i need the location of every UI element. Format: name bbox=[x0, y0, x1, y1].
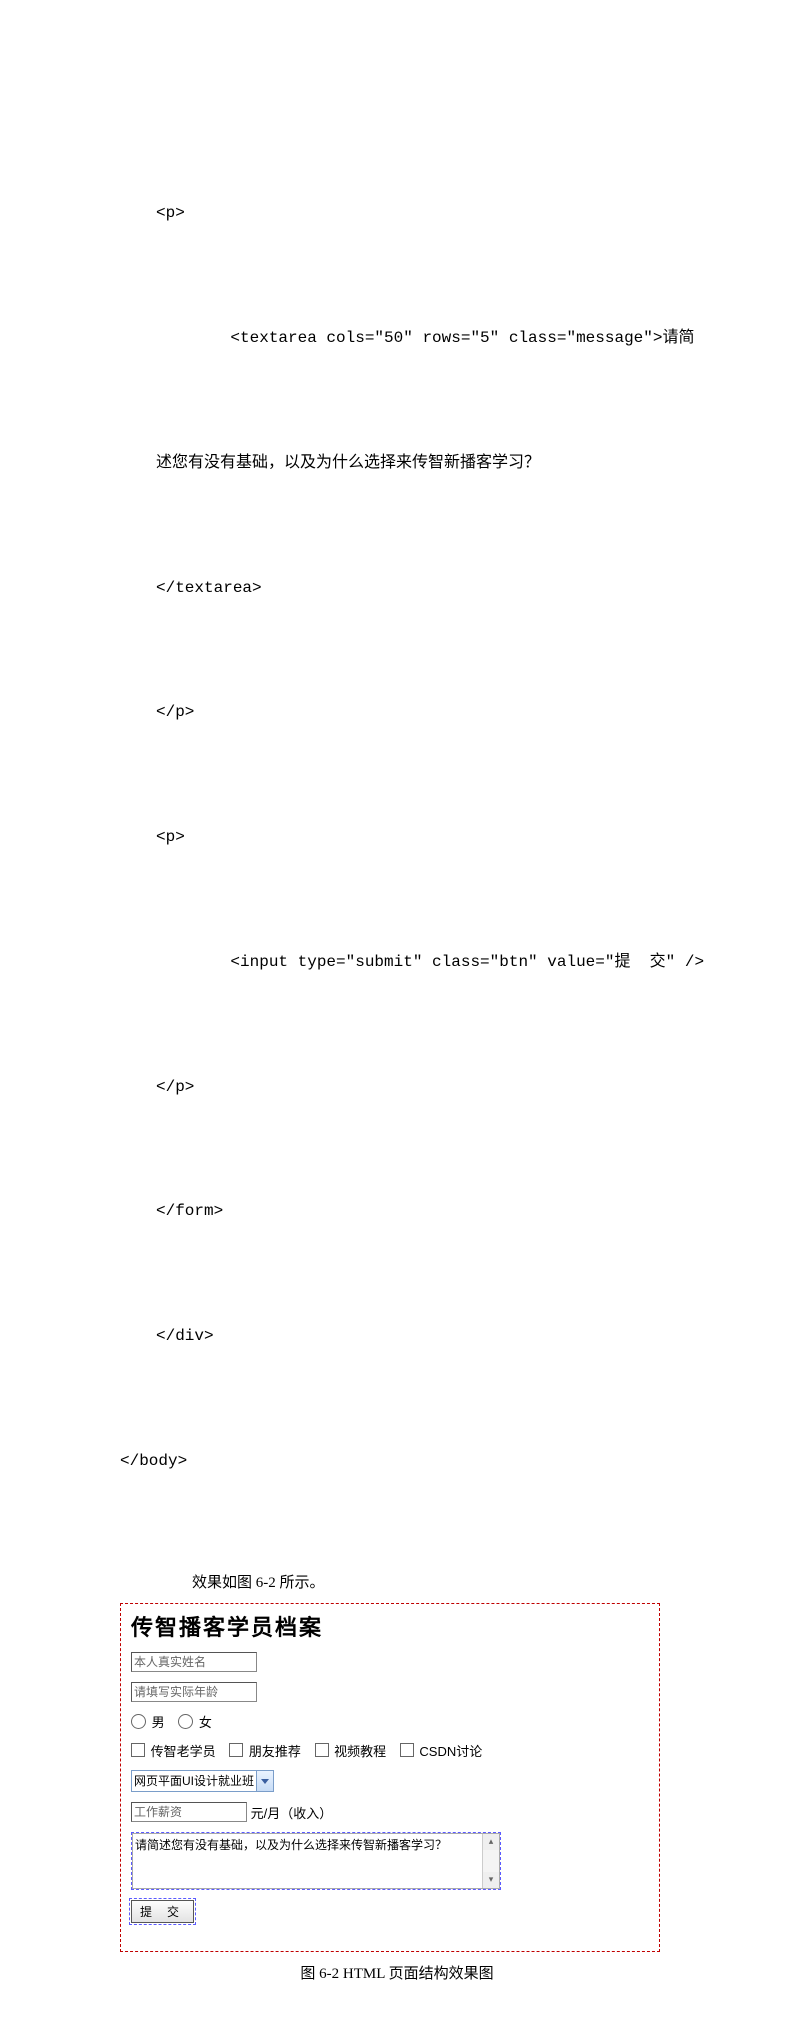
code-line: </p> bbox=[120, 692, 674, 734]
ref-label-4: CSDN讨论 bbox=[419, 1744, 482, 1759]
salary-suffix: 元/月（收入） bbox=[251, 1806, 333, 1821]
code-line: <p> bbox=[120, 817, 674, 859]
ref-label-3: 视频教程 bbox=[334, 1744, 386, 1759]
scroll-up-icon: ▴ bbox=[483, 1834, 499, 1850]
code-line: </div> bbox=[120, 1316, 674, 1358]
textarea-scrollbar[interactable]: ▴ ▾ bbox=[482, 1834, 499, 1888]
ref-label-2: 朋友推荐 bbox=[249, 1744, 301, 1759]
chevron-down-icon bbox=[256, 1771, 273, 1791]
gender-male-radio[interactable] bbox=[131, 1714, 146, 1729]
course-select-value: 网页平面UI设计就业班 bbox=[134, 1771, 256, 1791]
result-intro-text: 效果如图 6-2 所示。 bbox=[120, 1570, 674, 1597]
ref-checkbox-4[interactable] bbox=[400, 1743, 414, 1757]
ref-checkbox-3[interactable] bbox=[315, 1743, 329, 1757]
code-listing: <p> <textarea cols="50" rows="5" class="… bbox=[120, 110, 674, 1566]
ref-checkbox-1[interactable] bbox=[131, 1743, 145, 1757]
code-line: 述您有没有基础，以及为什么选择来传智新播客学习？ bbox=[120, 443, 674, 485]
message-textarea[interactable]: 请简述您有没有基础，以及为什么选择来传智新播客学习？ ▴ ▾ bbox=[131, 1832, 501, 1890]
gender-male-label: 男 bbox=[152, 1715, 165, 1730]
course-select[interactable]: 网页平面UI设计就业班 bbox=[131, 1770, 274, 1792]
figure-6-2: 传智播客学员档案 本人真实姓名 请填写实际年龄 男 女 传智老学员 朋友推荐 视… bbox=[120, 1603, 660, 1952]
code-line: </p> bbox=[120, 1067, 674, 1109]
age-input[interactable]: 请填写实际年龄 bbox=[131, 1682, 257, 1702]
code-line: </body> bbox=[120, 1441, 674, 1483]
code-line: <input type="submit" class="btn" value="… bbox=[120, 942, 674, 984]
ref-checkbox-2[interactable] bbox=[229, 1743, 243, 1757]
message-textarea-value: 请简述您有没有基础，以及为什么选择来传智新播客学习？ bbox=[135, 1838, 447, 1852]
ref-label-1: 传智老学员 bbox=[151, 1744, 216, 1759]
figure-caption: 图 6-2 HTML 页面结构效果图 bbox=[120, 1962, 674, 1983]
code-line: </form> bbox=[120, 1191, 674, 1233]
gender-female-radio[interactable] bbox=[178, 1714, 193, 1729]
name-input[interactable]: 本人真实姓名 bbox=[131, 1652, 257, 1672]
code-line: <textarea cols="50" rows="5" class="mess… bbox=[120, 318, 674, 360]
code-line: <p> bbox=[120, 193, 674, 235]
submit-button[interactable]: 提 交 bbox=[131, 1900, 194, 1923]
gender-female-label: 女 bbox=[199, 1715, 212, 1730]
scroll-down-icon: ▾ bbox=[483, 1872, 499, 1888]
form-title: 传智播客学员档案 bbox=[131, 1610, 649, 1642]
salary-input[interactable]: 工作薪资 bbox=[131, 1802, 247, 1822]
code-line: </textarea> bbox=[120, 568, 674, 610]
